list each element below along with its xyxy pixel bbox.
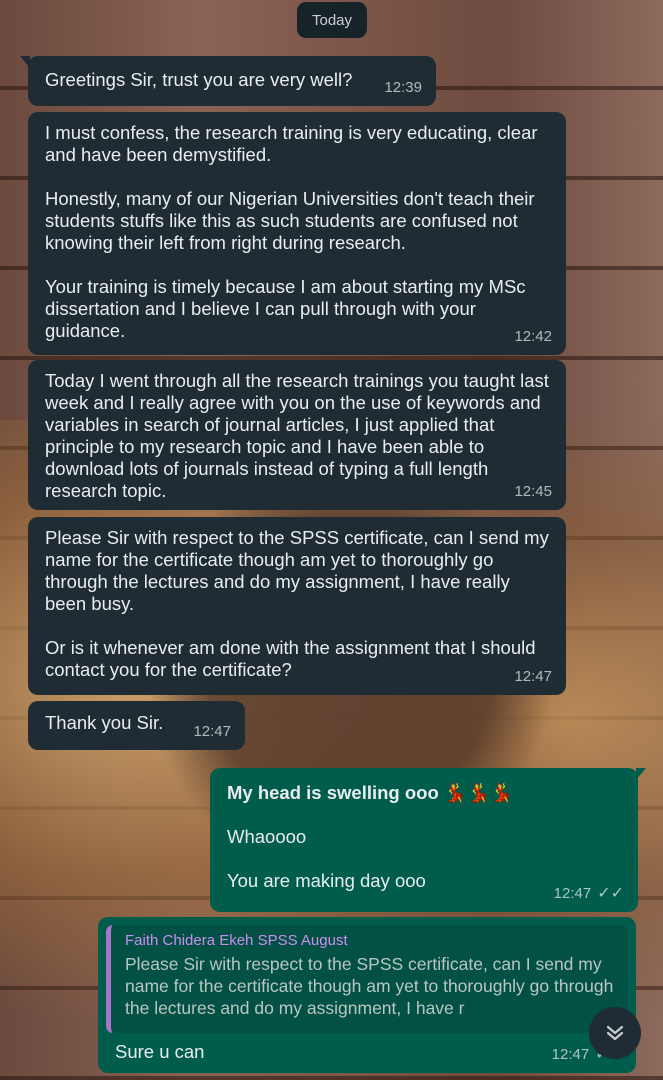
- quoted-sender-name: Faith Chidera Ekeh SPSS August: [125, 932, 348, 949]
- message-time: 12:47: [193, 723, 231, 740]
- message-text: Today I went through all the research tr…: [45, 370, 549, 501]
- message-bold-text: My head is swelling ooo: [227, 782, 439, 803]
- incoming-message[interactable]: Greetings Sir, trust you are very well? …: [20, 56, 436, 106]
- date-chip: Today: [297, 2, 367, 38]
- incoming-message[interactable]: I must confess, the research training is…: [28, 112, 566, 355]
- message-time-group: 12:47 ✓✓: [554, 883, 624, 905]
- outgoing-message[interactable]: My head is swelling ooo 💃💃💃 Whaoooo You …: [210, 768, 646, 912]
- message-text: Greetings Sir, trust you are very well?: [45, 69, 353, 90]
- double-chevron-down-icon: [606, 1025, 624, 1041]
- read-ticks-icon: ✓✓: [597, 885, 624, 902]
- message-time: 12:47: [551, 1046, 590, 1063]
- incoming-message[interactable]: Today I went through all the research tr…: [28, 360, 566, 510]
- dancer-emoji: 💃💃💃: [443, 782, 514, 803]
- message-text: I must confess, the research training is…: [45, 122, 538, 341]
- message-time: 12:39: [384, 79, 422, 96]
- message-text: Sure u can: [115, 1041, 205, 1062]
- message-line: Whaoooo: [227, 826, 307, 847]
- message-time: 12:47: [514, 668, 552, 685]
- incoming-message[interactable]: Please Sir with respect to the SPSS cert…: [28, 517, 566, 695]
- message-text: Please Sir with respect to the SPSS cert…: [45, 527, 549, 680]
- outgoing-reply-message[interactable]: Faith Chidera Ekeh SPSS August Please Si…: [98, 917, 636, 1073]
- message-time: 12:47: [553, 885, 592, 902]
- quoted-message[interactable]: Faith Chidera Ekeh SPSS August Please Si…: [106, 925, 628, 1033]
- scroll-to-bottom-button[interactable]: [589, 1007, 641, 1059]
- incoming-message[interactable]: Thank you Sir. 12:47: [28, 701, 245, 750]
- quoted-text: Please Sir with respect to the SPSS cert…: [125, 954, 614, 1018]
- message-time: 12:42: [514, 328, 552, 345]
- message-time: 12:45: [514, 483, 552, 500]
